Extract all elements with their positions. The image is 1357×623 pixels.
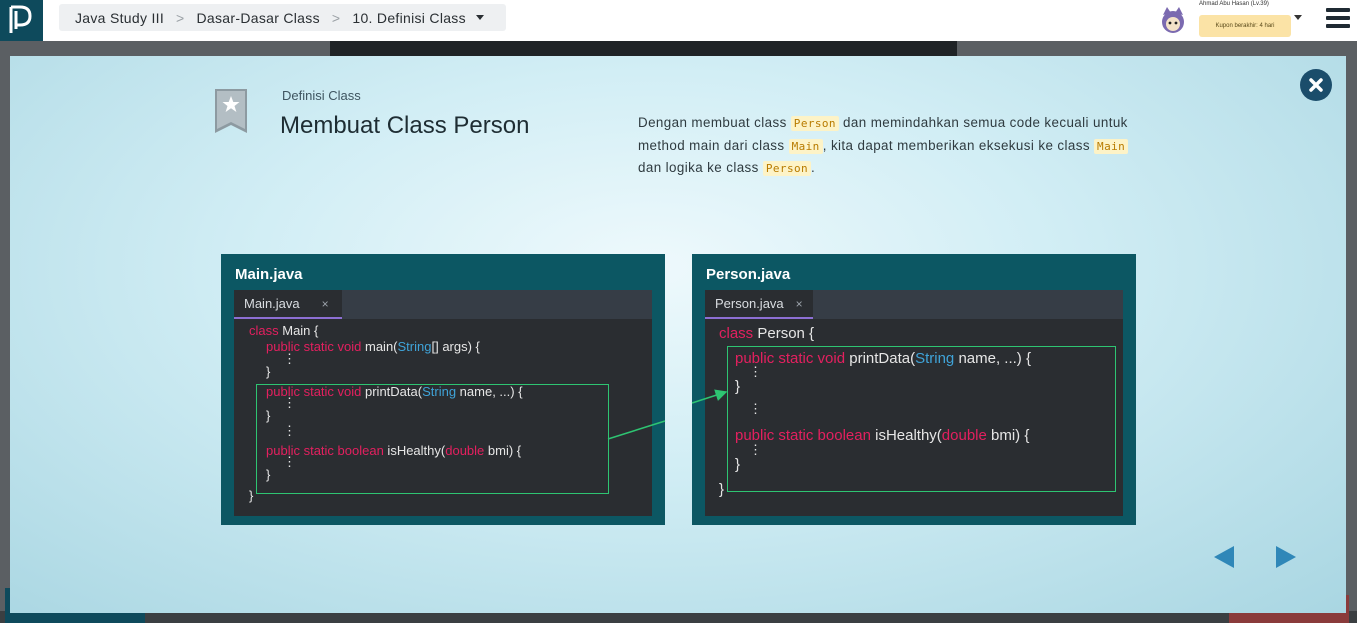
- bookmark-star-icon: [215, 89, 247, 133]
- code-panel-person: Person.java Person.java × class Person {…: [692, 254, 1136, 525]
- background-video-strip: [330, 41, 957, 56]
- user-name: Ahmad Abu Hasan (Lv.39): [1199, 1, 1269, 7]
- chevron-down-icon[interactable]: [475, 15, 484, 20]
- inline-code: Main: [788, 138, 823, 154]
- code-line: ⋮: [283, 351, 296, 366]
- slide-description: Dengan membuat class Person dan memindah…: [638, 112, 1138, 180]
- code-editor: Main.java × class Main { public static v…: [234, 290, 652, 516]
- desc-text: dan logika ke class: [638, 160, 763, 175]
- close-circle-icon: [1309, 78, 1323, 92]
- desc-text: .: [811, 160, 816, 175]
- chevron-right-icon: >: [331, 9, 341, 26]
- prev-arrow-icon[interactable]: [1212, 545, 1236, 569]
- coupon-badge: Kupon berakhir: 4 hari: [1199, 15, 1291, 37]
- code-line: class Person {: [719, 325, 815, 342]
- editor-tabbar: Person.java ×: [705, 290, 1123, 319]
- avatar-icon: [1162, 7, 1184, 33]
- hamburger-menu-icon[interactable]: [1326, 8, 1350, 28]
- editor-tabbar: Main.java ×: [234, 290, 652, 319]
- highlight-box: [727, 346, 1116, 492]
- top-bar: Java Study III > Dasar-Dasar Class > 10.…: [0, 0, 1357, 41]
- inline-code: Person: [762, 161, 812, 176]
- code-line: }: [266, 364, 271, 379]
- avatar[interactable]: [1157, 5, 1189, 35]
- close-button[interactable]: [1300, 69, 1332, 101]
- logo[interactable]: [0, 0, 43, 41]
- panel-title: Main.java: [235, 266, 303, 283]
- tab-label: Person.java: [715, 296, 784, 311]
- desc-text: Dengan membuat class: [638, 115, 791, 130]
- inline-code: Person: [790, 116, 839, 131]
- code-line: }: [249, 488, 254, 503]
- slide-modal: Definisi Class Membuat Class Person Deng…: [10, 56, 1346, 613]
- breadcrumb-item-lesson[interactable]: 10. Definisi Class: [352, 10, 466, 26]
- tab-label: Main.java: [244, 296, 300, 311]
- code-line: class Main {: [249, 323, 319, 338]
- close-icon[interactable]: ×: [796, 297, 803, 311]
- next-arrow-icon[interactable]: [1274, 545, 1298, 569]
- panel-title: Person.java: [706, 266, 791, 283]
- code-line: public static void main(String[] args) {: [266, 339, 480, 354]
- slide-title: Membuat Class Person: [280, 112, 530, 139]
- slide-subtitle: Definisi Class: [282, 88, 361, 103]
- inline-code: Main: [1094, 138, 1129, 154]
- progate-logo-icon: [9, 5, 32, 33]
- tab-person-java[interactable]: Person.java ×: [705, 290, 813, 319]
- breadcrumb-item-chapter[interactable]: Dasar-Dasar Class: [197, 10, 320, 26]
- breadcrumb-item-course[interactable]: Java Study III: [75, 10, 164, 26]
- code-editor: Person.java × class Person { public stat…: [705, 290, 1123, 516]
- breadcrumb: Java Study III > Dasar-Dasar Class > 10.…: [59, 4, 506, 31]
- highlight-box: [256, 384, 609, 494]
- code-panel-main: Main.java Main.java × class Main { publi…: [221, 254, 665, 525]
- chevron-right-icon: >: [176, 9, 185, 26]
- chevron-down-icon[interactable]: [1294, 15, 1302, 20]
- desc-text: , kita dapat memberikan eksekusi ke clas…: [822, 137, 1095, 153]
- code-line: }: [719, 481, 725, 498]
- tab-main-java[interactable]: Main.java ×: [234, 290, 342, 319]
- close-icon[interactable]: ×: [322, 297, 329, 311]
